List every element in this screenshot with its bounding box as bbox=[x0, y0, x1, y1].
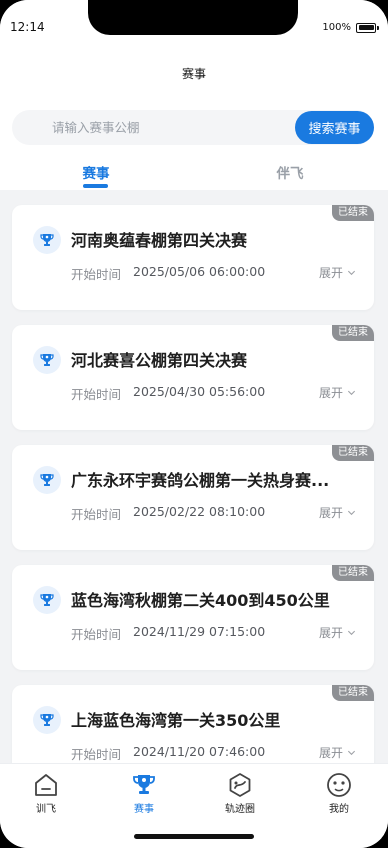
expand-toggle[interactable]: 展开 bbox=[319, 504, 356, 521]
nav-profile[interactable]: 我的 bbox=[304, 772, 374, 815]
trophy-icon bbox=[133, 775, 155, 794]
face-icon bbox=[327, 773, 351, 797]
start-time-label: 开始时间 bbox=[71, 627, 122, 642]
event-title: 河北赛喜公棚第四关决赛 bbox=[71, 351, 248, 370]
search-button[interactable]: 搜索赛事 bbox=[295, 111, 374, 144]
chevron-down-icon bbox=[347, 390, 356, 396]
status-battery: 100% bbox=[322, 22, 379, 33]
expand-toggle[interactable]: 展开 bbox=[319, 384, 356, 401]
nav-events[interactable]: 赛事 bbox=[109, 772, 179, 815]
app-screen: 12:14 100% 赛事 搜索赛事 赛事 伴飞 已结束 河南奥蕴春棚第四关决赛… bbox=[0, 0, 388, 848]
start-time-label: 开始时间 bbox=[71, 267, 122, 282]
nav-events-label: 赛事 bbox=[134, 804, 154, 815]
search-input[interactable] bbox=[52, 110, 292, 145]
expand-label: 展开 bbox=[318, 266, 343, 280]
tab-active-indicator bbox=[83, 184, 108, 188]
start-time-label: 开始时间 bbox=[71, 507, 122, 522]
expand-label: 展开 bbox=[318, 626, 343, 640]
event-card[interactable]: 已结束 河北赛喜公棚第四关决赛 开始时间 2025/04/30 05:56:00… bbox=[12, 325, 374, 430]
event-card[interactable]: 已结束 广东永环宇赛鸽公棚第一关热身赛... 开始时间 2025/02/22 0… bbox=[12, 445, 374, 550]
start-time-value: 2025/05/06 06:00:00 bbox=[133, 264, 266, 279]
nav-track-circle-label: 轨迹圈 bbox=[225, 804, 255, 815]
status-badge: 已结束 bbox=[332, 685, 374, 701]
trophy-icon bbox=[33, 226, 61, 254]
status-badge: 已结束 bbox=[332, 205, 374, 221]
house-icon bbox=[35, 774, 57, 796]
event-title: 河南奥蕴春棚第四关决赛 bbox=[71, 231, 248, 250]
expand-label: 展开 bbox=[318, 746, 343, 760]
battery-icon bbox=[356, 22, 379, 33]
start-time-label: 开始时间 bbox=[71, 387, 122, 402]
expand-label: 展开 bbox=[318, 506, 343, 520]
trophy-icon bbox=[33, 466, 61, 494]
expand-toggle[interactable]: 展开 bbox=[319, 744, 356, 761]
nav-profile-label: 我的 bbox=[329, 804, 349, 815]
status-time: 12:14 bbox=[10, 20, 45, 34]
trophy-icon bbox=[33, 586, 61, 614]
start-time-label: 开始时间 bbox=[71, 747, 122, 762]
chevron-down-icon bbox=[347, 750, 356, 756]
event-list: 已结束 河南奥蕴春棚第四关决赛 开始时间 2025/05/06 06:00:00… bbox=[12, 205, 374, 805]
start-time-value: 2025/04/30 05:56:00 bbox=[133, 384, 266, 399]
search-bar: 搜索赛事 bbox=[12, 110, 374, 145]
event-title: 广东永环宇赛鸽公棚第一关热身赛... bbox=[71, 471, 330, 490]
event-title: 蓝色海湾秋棚第二关400到450公里 bbox=[71, 591, 330, 610]
nav-track-circle[interactable]: 轨迹圈 bbox=[205, 772, 275, 815]
event-title: 上海蓝色海湾第一关350公里 bbox=[71, 711, 281, 730]
nav-training[interactable]: 训飞 bbox=[11, 772, 81, 815]
expand-label: 展开 bbox=[318, 386, 343, 400]
chevron-down-icon bbox=[347, 510, 356, 516]
tab-events[interactable]: 赛事 bbox=[80, 162, 112, 182]
battery-percent: 100% bbox=[322, 22, 351, 33]
page-title: 赛事 bbox=[181, 67, 206, 81]
event-card[interactable]: 已结束 河南奥蕴春棚第四关决赛 开始时间 2025/05/06 06:00:00… bbox=[12, 205, 374, 310]
start-time-value: 2025/02/22 08:10:00 bbox=[133, 504, 266, 519]
home-indicator bbox=[134, 834, 254, 839]
status-badge: 已结束 bbox=[332, 325, 374, 341]
track-icon bbox=[229, 773, 251, 797]
chevron-down-icon bbox=[347, 270, 356, 276]
device-notch bbox=[88, 0, 298, 35]
chevron-down-icon bbox=[347, 630, 356, 636]
trophy-icon bbox=[33, 346, 61, 374]
expand-toggle[interactable]: 展开 bbox=[319, 624, 356, 641]
nav-training-label: 训飞 bbox=[36, 804, 56, 815]
status-badge: 已结束 bbox=[332, 565, 374, 581]
start-time-value: 2024/11/20 07:46:00 bbox=[133, 744, 266, 759]
tab-companion-flight[interactable]: 伴飞 bbox=[274, 162, 306, 182]
status-badge: 已结束 bbox=[332, 445, 374, 461]
event-card[interactable]: 已结束 蓝色海湾秋棚第二关400到450公里 开始时间 2024/11/29 0… bbox=[12, 565, 374, 670]
expand-toggle[interactable]: 展开 bbox=[319, 264, 356, 281]
trophy-icon bbox=[33, 706, 61, 734]
start-time-value: 2024/11/29 07:15:00 bbox=[133, 624, 266, 639]
